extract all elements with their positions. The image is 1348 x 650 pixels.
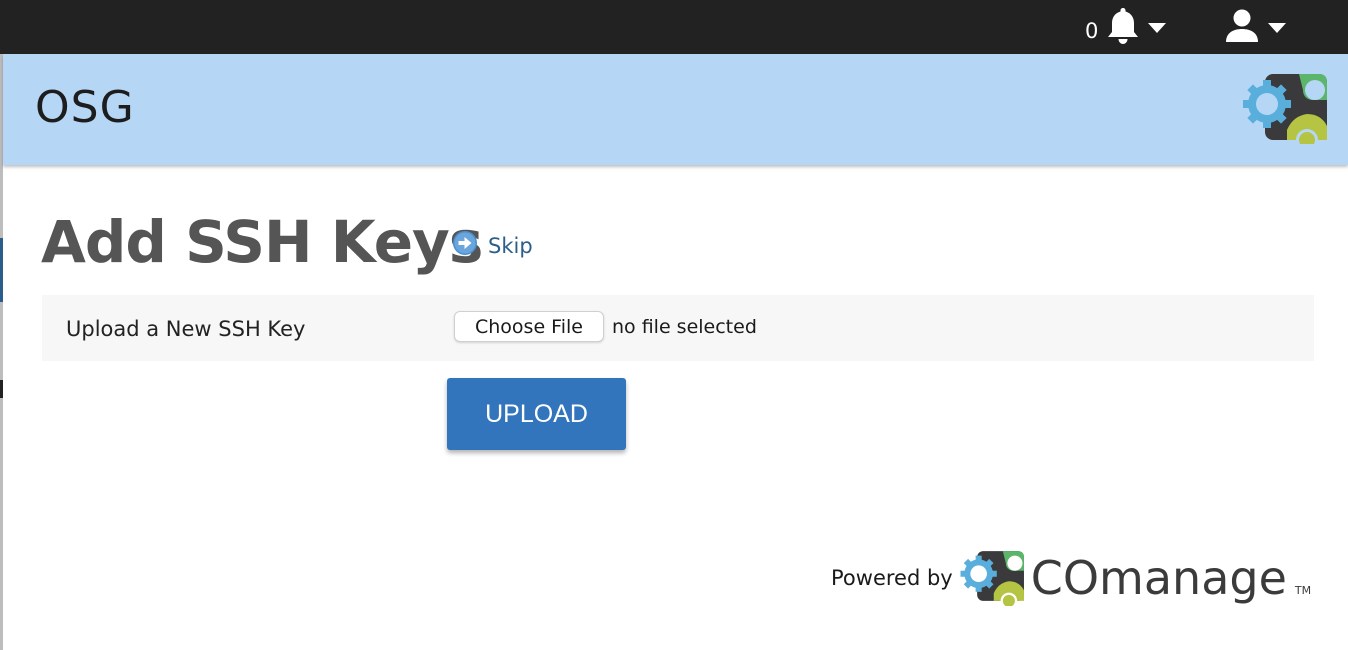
bell-icon — [1106, 6, 1140, 50]
ssh-key-upload-row: Upload a New SSH Key Choose File no file… — [42, 295, 1314, 361]
skip-link[interactable]: Skip — [452, 230, 533, 260]
trademark-text: TM — [1294, 583, 1312, 597]
notifications-menu[interactable]: 0 — [1085, 6, 1167, 50]
top-bar: 0 — [0, 0, 1348, 54]
caret-down-icon — [1268, 23, 1286, 33]
upload-ssh-key-label: Upload a New SSH Key — [66, 317, 306, 341]
powered-by-footer[interactable]: Powered by COmanage TM — [831, 546, 1311, 610]
co-banner: OSG — [3, 54, 1348, 165]
caret-down-icon — [1148, 23, 1167, 33]
user-icon — [1224, 8, 1260, 48]
upload-button[interactable]: UPLOAD — [447, 378, 626, 450]
page-title: Add SSH Keys — [41, 208, 483, 276]
comanage-logo-icon — [1241, 70, 1331, 151]
edge-mark — [0, 238, 3, 302]
co-name: OSG — [35, 82, 135, 133]
comanage-logo-icon — [959, 546, 1027, 610]
notification-count: 0 — [1085, 19, 1099, 43]
edge-mark — [0, 380, 3, 398]
arrow-circle-right-icon — [452, 230, 478, 260]
choose-file-button[interactable]: Choose File — [454, 311, 604, 342]
file-status-text: no file selected — [612, 316, 757, 338]
skip-label: Skip — [488, 234, 533, 258]
powered-by-text: Powered by — [831, 566, 953, 590]
comanage-brand-text: COmanage — [1030, 551, 1287, 605]
user-menu[interactable] — [1224, 8, 1286, 48]
